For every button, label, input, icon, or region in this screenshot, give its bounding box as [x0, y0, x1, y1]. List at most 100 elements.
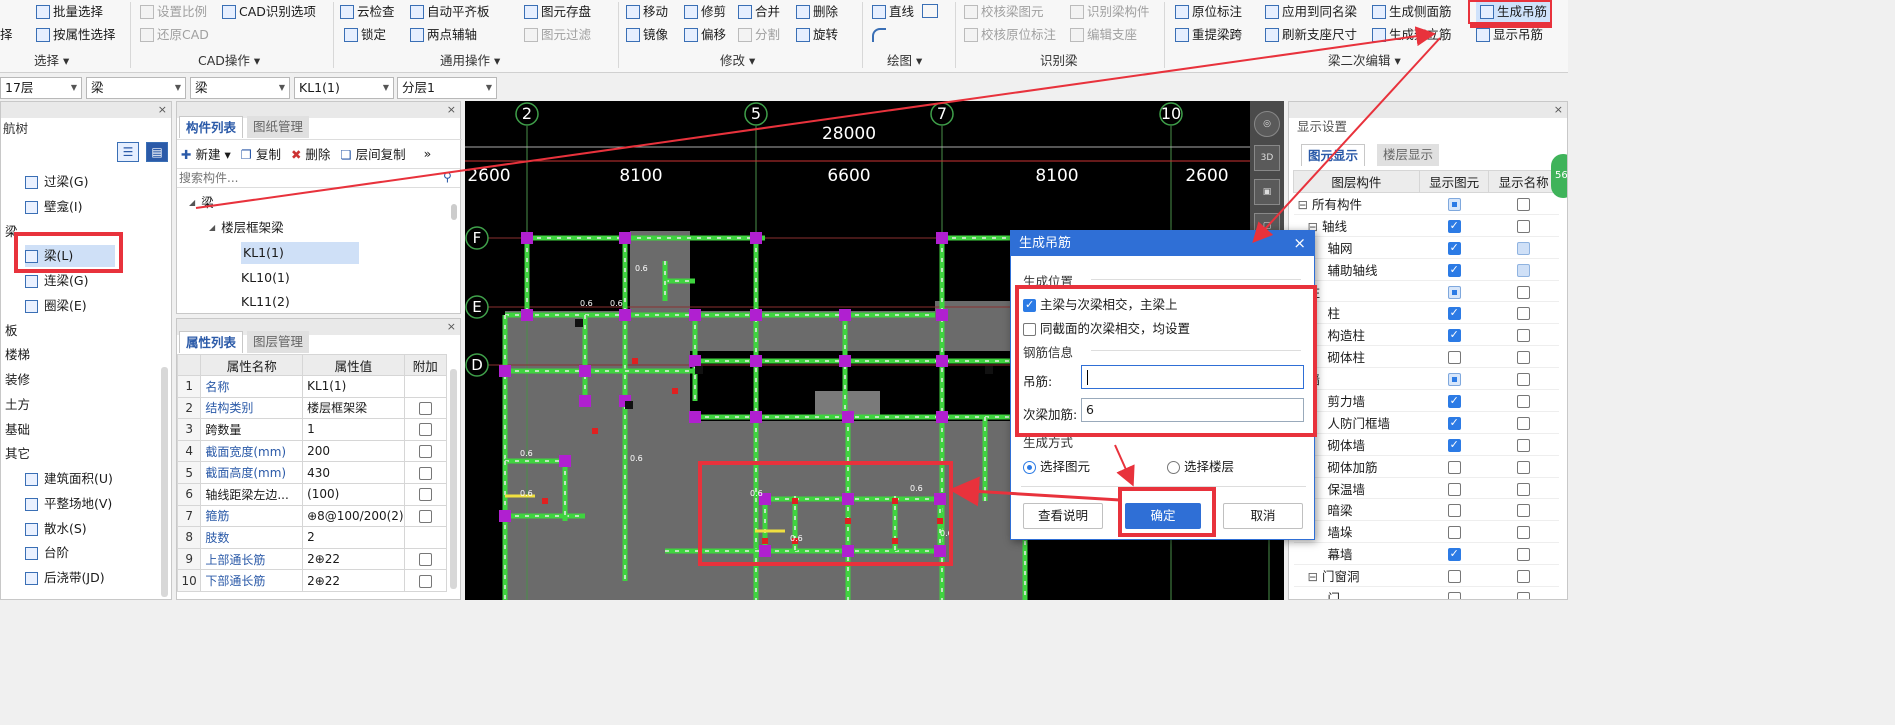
table-row[interactable]: 幕墙 [1293, 542, 1559, 566]
line-button[interactable]: 直线 [872, 2, 914, 22]
checkbox[interactable] [1517, 548, 1531, 562]
extra-cell[interactable] [403, 504, 448, 528]
ribbon-group-label[interactable]: 修改 ▾ [720, 52, 755, 69]
nav-item[interactable]: 平整场地(V) [25, 493, 112, 515]
component-select[interactable]: KL1(1) ▼ [294, 77, 394, 99]
ribbon-group-label[interactable]: CAD操作 ▾ [198, 52, 260, 69]
apply-same-name-beam-button[interactable]: 应用到同名梁 [1265, 2, 1357, 22]
checkbox[interactable] [1517, 526, 1531, 540]
close-icon[interactable]: × [447, 102, 456, 118]
rectangle-draw-icon[interactable] [922, 4, 938, 18]
table-row[interactable]: 7 箍筋 ⊕8@100/200(2) [177, 504, 448, 528]
show-element-cell[interactable] [1419, 477, 1489, 500]
layer-select[interactable]: 分层1 ▼ [397, 77, 497, 99]
table-row[interactable]: 构造柱 [1293, 323, 1559, 347]
nav-item[interactable]: 后浇带(JD) [25, 567, 105, 589]
table-row[interactable]: 砌体加筋 [1293, 455, 1559, 478]
select-by-property-button[interactable]: 按属性选择 [36, 25, 116, 45]
checkbox[interactable] [1447, 547, 1461, 562]
tab-property-list[interactable]: 属性列表 [179, 331, 244, 353]
nav-category[interactable]: 板 [5, 320, 18, 342]
new-button[interactable]: ✚ 新建 ▾ [181, 144, 231, 163]
more-icon[interactable]: » [424, 146, 432, 161]
delete-button[interactable]: 删除 [796, 2, 838, 22]
component-tree-item[interactable]: KL1(1) [241, 242, 359, 264]
close-icon[interactable]: × [1293, 234, 1306, 252]
checkbox[interactable] [1517, 307, 1531, 321]
checkbox[interactable] [1447, 328, 1461, 343]
show-name-cell[interactable] [1488, 236, 1559, 259]
property-value[interactable]: KL1(1) [302, 375, 405, 398]
tab-layer-management[interactable]: 图层管理 [247, 331, 310, 353]
dropdown-arrow-icon[interactable]: ▼ [175, 78, 181, 98]
checkbox[interactable] [1447, 591, 1461, 599]
checkbox[interactable] [1447, 416, 1461, 430]
category-select[interactable]: 梁 ▼ [86, 77, 186, 99]
secondary-rebar-input[interactable]: 6 [1081, 398, 1304, 422]
show-element-cell[interactable] [1419, 455, 1489, 478]
table-row[interactable]: 柱 [1293, 280, 1559, 303]
table-row[interactable]: 柱 [1293, 301, 1559, 325]
table-row[interactable]: 5 截面高度(mm) 430 [177, 461, 448, 484]
table-row[interactable]: ⊟ 轴线 [1293, 214, 1559, 237]
table-row[interactable]: 2 结构类别 楼层框架梁 [177, 396, 448, 420]
checkbox[interactable] [1447, 263, 1461, 277]
ribbon-group-label[interactable]: 梁二次编辑 ▾ [1328, 52, 1401, 69]
property-value[interactable]: 2 [302, 526, 405, 549]
property-value[interactable]: 楼层框架梁 [302, 396, 405, 420]
show-name-cell[interactable] [1488, 258, 1559, 281]
batch-select-button[interactable]: 批量选择 [36, 2, 103, 22]
table-row[interactable]: 墙垛 [1293, 520, 1559, 544]
extra-cell[interactable] [403, 461, 448, 484]
tab-drawing-management[interactable]: 图纸管理 [247, 116, 310, 138]
show-element-cell[interactable] [1419, 367, 1489, 391]
property-value[interactable]: 2⊕22 [302, 569, 405, 592]
collapse-icon[interactable]: ⊟ [1308, 569, 1318, 584]
lock-button[interactable]: 锁定 [344, 25, 386, 45]
show-element-cell[interactable] [1419, 280, 1489, 303]
show-element-cell[interactable] [1419, 542, 1489, 566]
checkbox[interactable] [1517, 373, 1531, 387]
origin-annotation-button[interactable]: 原位标注 [1175, 2, 1242, 22]
extra-cell[interactable] [403, 482, 448, 506]
restore-cad-button[interactable]: 还原CAD [140, 25, 209, 45]
table-row[interactable]: ⊟ 门窗洞 [1293, 564, 1559, 588]
show-name-cell[interactable] [1488, 411, 1559, 434]
floor-copy-button[interactable]: ❏ 层间复制 [340, 144, 405, 163]
show-name-cell[interactable] [1488, 564, 1559, 588]
show-name-cell[interactable] [1488, 192, 1559, 215]
checkbox[interactable] [1447, 394, 1461, 408]
nav-category[interactable]: 装修 [5, 369, 30, 391]
checkbox[interactable] [1447, 197, 1461, 211]
table-row[interactable]: 剪力墙 [1293, 389, 1559, 412]
close-icon[interactable]: × [158, 102, 167, 118]
help-button[interactable]: 查看说明 [1023, 503, 1103, 529]
show-element-cell[interactable] [1419, 323, 1489, 347]
search-input[interactable] [177, 168, 460, 188]
show-name-cell[interactable] [1488, 455, 1559, 478]
extra-cell[interactable] [403, 569, 448, 592]
copy-button[interactable]: ❐ 复制 [241, 144, 281, 163]
radio-unselected[interactable] [1167, 461, 1180, 474]
checkbox[interactable] [1517, 416, 1531, 430]
checkbox[interactable] [1447, 351, 1461, 365]
checkbox[interactable] [1447, 526, 1461, 540]
table-row[interactable]: 人防门框墙 [1293, 411, 1559, 434]
close-icon[interactable]: × [1554, 102, 1563, 118]
ribbon-group-label[interactable]: 通用操作 ▾ [440, 52, 500, 69]
radio-select-element[interactable]: 选择图元 [1023, 456, 1090, 475]
nav-scrollbar[interactable] [161, 367, 168, 597]
checkbox[interactable] [1517, 351, 1531, 365]
element-filter-button[interactable]: 图元过滤 [524, 25, 591, 45]
checkbox[interactable] [1517, 329, 1531, 343]
notification-badge[interactable]: 56 [1551, 154, 1567, 198]
show-name-cell[interactable] [1488, 433, 1559, 456]
delete-button[interactable]: ✖ 删除 [291, 144, 330, 163]
show-hanger-button[interactable]: 显示吊筋 [1476, 25, 1543, 45]
nav-category[interactable]: 楼梯 [5, 344, 30, 366]
list-view-icon[interactable]: ☰ [117, 142, 139, 162]
hanger-input[interactable] [1081, 365, 1304, 389]
arc-draw-icon[interactable] [872, 28, 886, 42]
recognize-beam-component-button[interactable]: 识别梁构件 [1070, 2, 1150, 22]
tab-element-display[interactable]: 图元显示 [1301, 144, 1366, 166]
